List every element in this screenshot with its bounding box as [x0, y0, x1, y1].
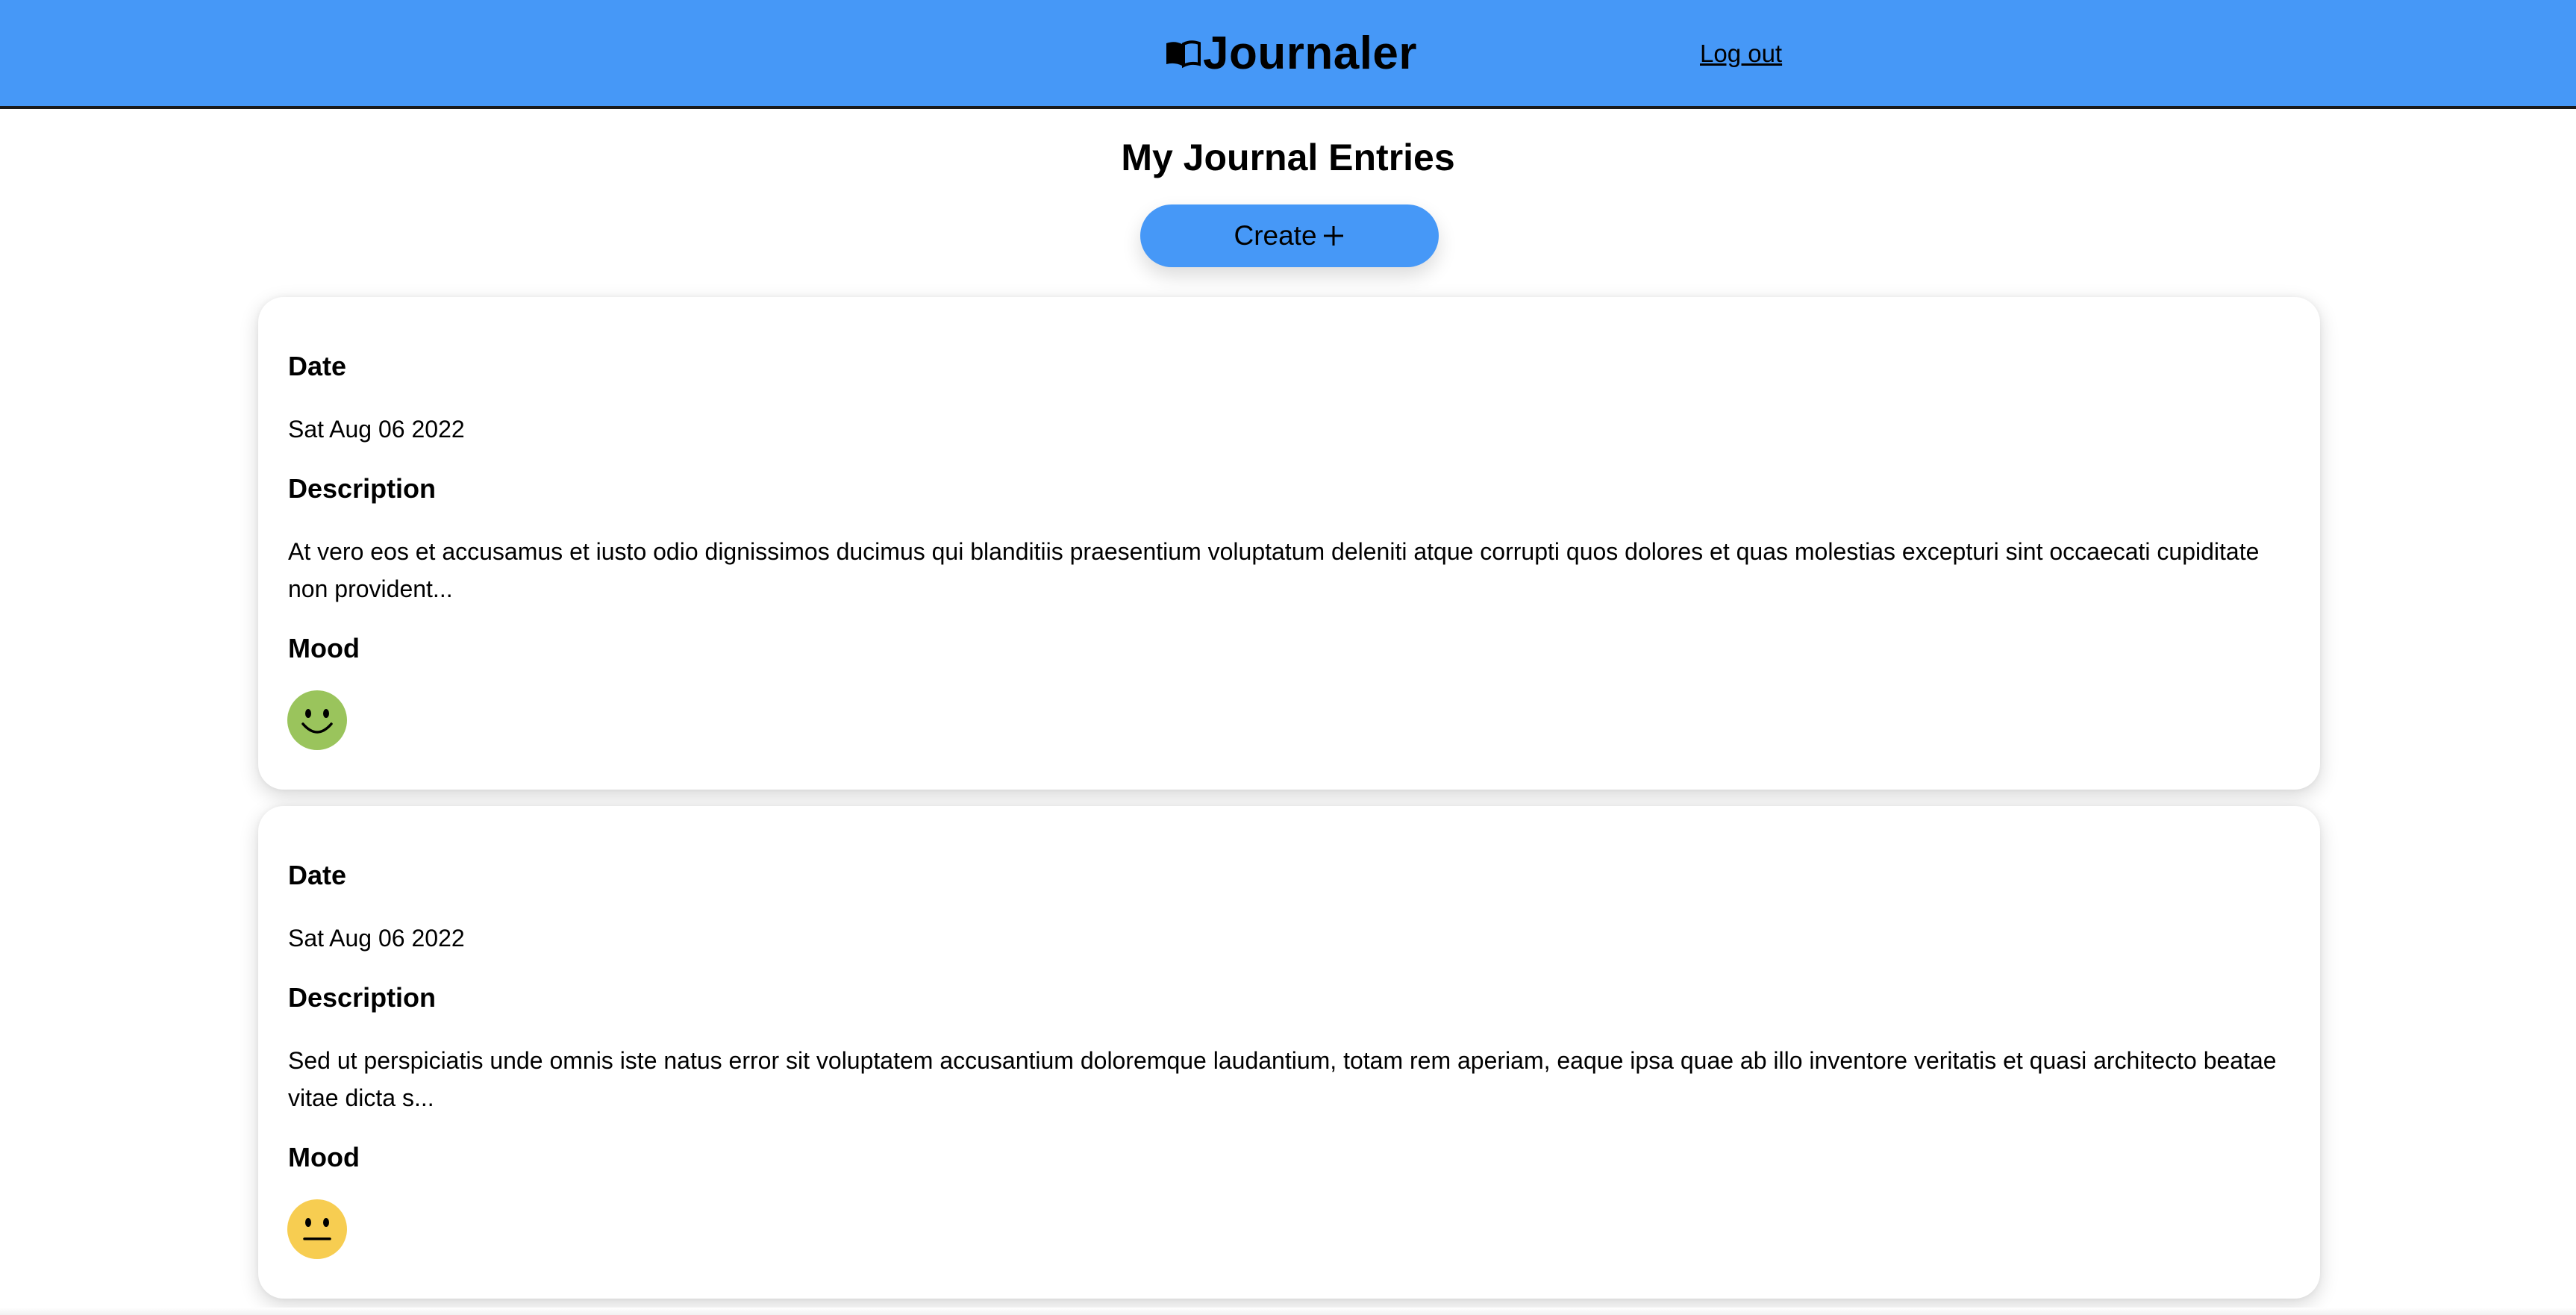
date-label: Date — [288, 860, 347, 890]
description-label: Description — [288, 473, 437, 504]
mood-fill — [287, 1199, 347, 1259]
app-header: Journaler Log out — [0, 0, 2576, 109]
logout-link[interactable]: Log out — [1700, 37, 1782, 70]
entry-date: Sat Aug 06 2022 — [288, 416, 465, 443]
entry-description: Sed ut perspiciatis unde omnis iste natu… — [288, 1047, 2277, 1111]
page-bottom-edge — [0, 1308, 2576, 1315]
open-book-icon — [1166, 40, 1201, 69]
journal-entry-card[interactable]: Date Sat Aug 06 2022 Description At vero… — [258, 297, 2320, 790]
brand[interactable]: Journaler — [1164, 25, 1417, 82]
mood-fill — [287, 690, 347, 750]
happy-face-icon — [287, 690, 347, 750]
create-button-label: Create — [1234, 220, 1317, 251]
date-label: Date — [288, 351, 347, 381]
plus-icon — [1323, 226, 1343, 246]
app-title: Journaler — [1203, 28, 1418, 79]
create-entry-button[interactable]: Create — [1140, 204, 1439, 267]
entry-date: Sat Aug 06 2022 — [288, 925, 465, 952]
page-title: My Journal Entries — [1121, 137, 1455, 178]
description-label: Description — [288, 982, 437, 1013]
neutral-face-icon — [287, 1199, 347, 1259]
journal-entry-card[interactable]: Date Sat Aug 06 2022 Description Sed ut … — [258, 806, 2320, 1299]
entry-description: At vero eos et accusamus et iusto odio d… — [288, 538, 2260, 602]
mood-label: Mood — [288, 633, 360, 663]
mood-label: Mood — [288, 1142, 360, 1172]
